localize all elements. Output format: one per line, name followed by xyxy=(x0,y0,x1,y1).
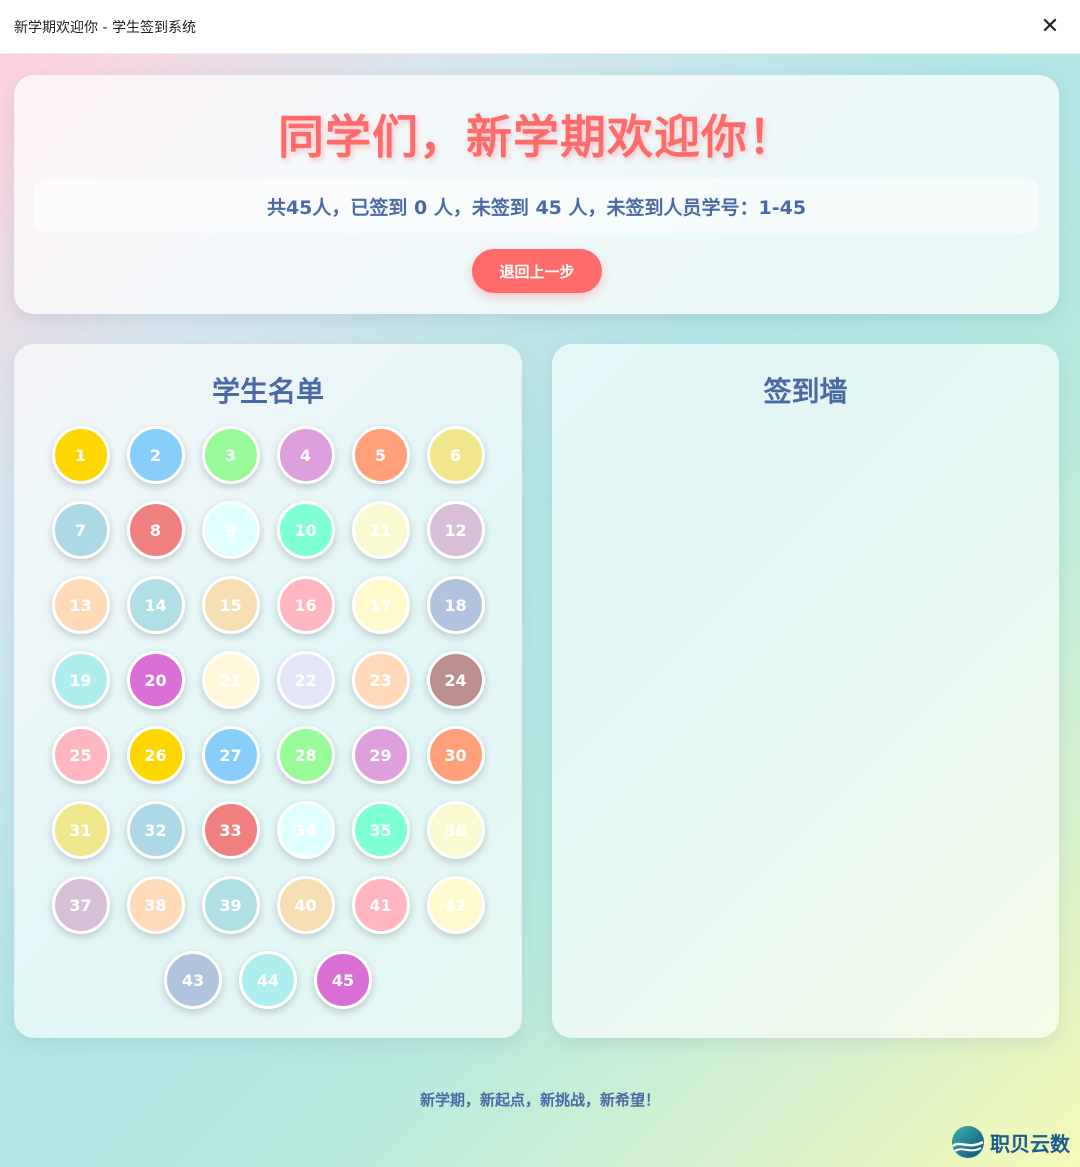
student-28-button[interactable]: 28 xyxy=(276,726,335,784)
student-27-button[interactable]: 27 xyxy=(201,726,260,784)
student-42-button[interactable]: 42 xyxy=(426,876,485,934)
student-39-button[interactable]: 39 xyxy=(201,876,260,934)
student-35-button[interactable]: 35 xyxy=(351,801,410,859)
student-roster-panel: 学生名单 1 2 3 4 5 6 7 8 9 10 11 12 13 14 15 16 17 18 19 20 21 22… xyxy=(14,344,522,1038)
student-14-button[interactable]: 14 xyxy=(126,576,185,634)
student-19-button[interactable]: 19 xyxy=(51,651,110,709)
signin-status-bar: 共45人，已签到 0 人，未签到 45 人，未签到人员学号：1-45 xyxy=(34,179,1039,233)
student-30-button[interactable]: 30 xyxy=(426,726,485,784)
student-37-button[interactable]: 37 xyxy=(51,876,110,934)
student-32-button[interactable]: 32 xyxy=(126,801,185,859)
student-40-button[interactable]: 40 xyxy=(276,876,335,934)
student-16-button[interactable]: 16 xyxy=(276,576,335,634)
student-25-button[interactable]: 25 xyxy=(51,726,110,784)
roster-title: 学生名单 xyxy=(211,375,324,408)
student-12-button[interactable]: 12 xyxy=(426,501,485,559)
header-card: 同学们，新学期欢迎你！ 共45人，已签到 0 人，未签到 45 人，未签到人员学… xyxy=(14,75,1059,314)
signin-wall-panel: 签到墙 xyxy=(552,344,1059,1038)
student-6-button[interactable]: 6 xyxy=(426,426,485,484)
student-20-button[interactable]: 20 xyxy=(126,651,185,709)
globe-wave-logo-icon xyxy=(952,1126,984,1158)
student-17-button[interactable]: 17 xyxy=(351,576,410,634)
student-23-button[interactable]: 23 xyxy=(351,651,410,709)
window-titlebar: 新学期欢迎你 - 学生签到系统 ✕ xyxy=(0,0,1080,54)
wall-title: 签到墙 xyxy=(763,375,848,408)
window-title: 新学期欢迎你 - 学生签到系统 xyxy=(14,19,196,36)
student-34-button[interactable]: 34 xyxy=(276,801,335,859)
student-29-button[interactable]: 29 xyxy=(351,726,410,784)
student-36-button[interactable]: 36 xyxy=(426,801,485,859)
student-26-button[interactable]: 26 xyxy=(126,726,185,784)
student-31-button[interactable]: 31 xyxy=(51,801,110,859)
student-45-button[interactable]: 45 xyxy=(314,951,372,1009)
student-8-button[interactable]: 8 xyxy=(126,501,185,559)
back-button[interactable]: 退回上一步 xyxy=(472,249,602,293)
student-9-button[interactable]: 9 xyxy=(201,501,260,559)
close-icon[interactable]: ✕ xyxy=(1034,11,1066,43)
student-43-button[interactable]: 43 xyxy=(164,951,222,1009)
student-1-button[interactable]: 1 xyxy=(51,426,110,484)
student-11-button[interactable]: 11 xyxy=(351,501,410,559)
student-13-button[interactable]: 13 xyxy=(51,576,110,634)
app-content: 同学们，新学期欢迎你！ 共45人，已签到 0 人，未签到 45 人，未签到人员学… xyxy=(0,54,1080,1167)
student-44-button[interactable]: 44 xyxy=(239,951,297,1009)
student-7-button[interactable]: 7 xyxy=(51,501,110,559)
brand-watermark: 职贝云数 xyxy=(950,1123,1070,1161)
student-21-button[interactable]: 21 xyxy=(201,651,260,709)
student-10-button[interactable]: 10 xyxy=(276,501,335,559)
brand-name: 职贝云数 xyxy=(990,1131,1070,1156)
student-4-button[interactable]: 4 xyxy=(276,426,335,484)
student-33-button[interactable]: 33 xyxy=(201,801,260,859)
student-22-button[interactable]: 22 xyxy=(276,651,335,709)
student-3-button[interactable]: 3 xyxy=(201,426,260,484)
student-38-button[interactable]: 38 xyxy=(126,876,185,934)
student-15-button[interactable]: 15 xyxy=(201,576,260,634)
student-5-button[interactable]: 5 xyxy=(351,426,410,484)
footer-slogan: 新学期，新起点，新挑战，新希望！ xyxy=(419,1091,660,1109)
page-title: 同学们，新学期欢迎你！ xyxy=(278,110,795,164)
student-24-button[interactable]: 24 xyxy=(426,651,485,709)
student-2-button[interactable]: 2 xyxy=(126,426,185,484)
student-41-button[interactable]: 41 xyxy=(351,876,410,934)
student-18-button[interactable]: 18 xyxy=(426,576,485,634)
student-grid: 1 2 3 4 5 6 7 8 9 10 11 12 13 14 15 16 17 18 19 20 21 22 23 24 2… xyxy=(50,426,486,1009)
